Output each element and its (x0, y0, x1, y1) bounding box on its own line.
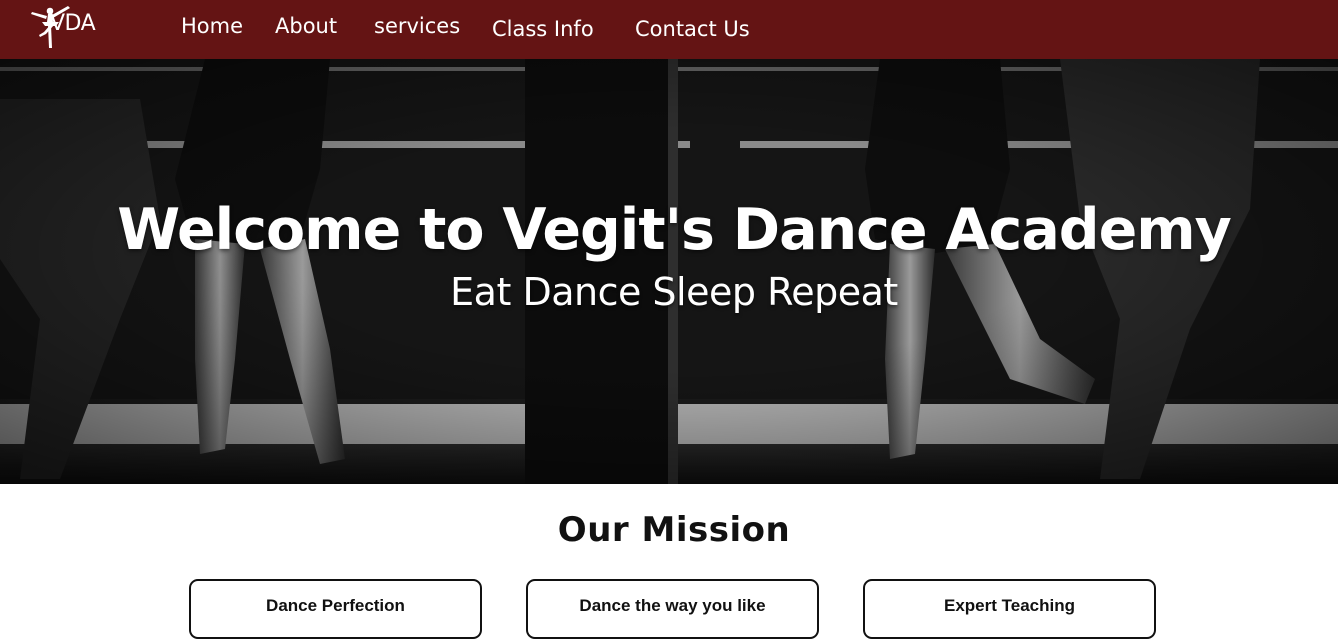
nav-services[interactable]: services (374, 14, 460, 38)
nav-about[interactable]: About (275, 14, 337, 38)
nav-home[interactable]: Home (181, 14, 243, 38)
nav-class-info[interactable]: Class Info (492, 17, 594, 41)
hero-banner: Welcome to Vegit's Dance Academy Eat Dan… (0, 59, 1338, 484)
mission-card: Dance Perfection (189, 579, 482, 639)
mission-card-title: Dance the way you like (579, 596, 766, 615)
nav-contact-us[interactable]: Contact Us (635, 17, 750, 41)
mission-card: Dance the way you like (526, 579, 819, 639)
navbar: VDA Home About services Class Info Conta… (0, 0, 1338, 59)
hero-subtitle: Eat Dance Sleep Repeat (450, 270, 898, 314)
hero-title: Welcome to Vegit's Dance Academy (117, 197, 1232, 263)
brand-name[interactable]: VDA (50, 11, 96, 36)
mission-card-title: Dance Perfection (266, 596, 405, 615)
mission-card-title: Expert Teaching (944, 596, 1075, 615)
mission-card: Expert Teaching (863, 579, 1156, 639)
mission-heading: Our Mission (557, 510, 791, 550)
